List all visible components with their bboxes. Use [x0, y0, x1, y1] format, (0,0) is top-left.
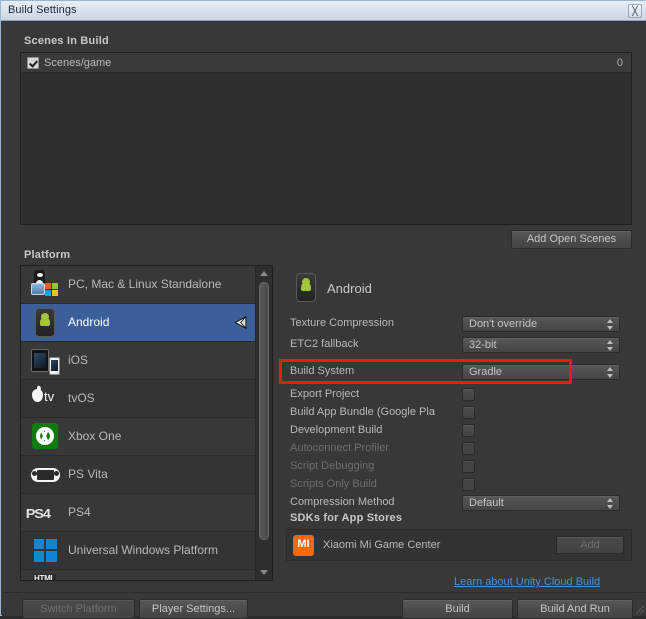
script-debugging-checkbox [462, 460, 475, 473]
sdk-list-item: Xiaomi Mi Game Center Add [286, 529, 632, 561]
sdk-name-label: Xiaomi Mi Game Center [323, 539, 441, 551]
platform-item-label: PC, Mac & Linux Standalone [68, 277, 222, 291]
ps4-icon: PS4 [25, 506, 51, 521]
scene-list-item[interactable]: Scenes/game 0 [21, 54, 631, 73]
platform-list: PC, Mac & Linux Standalone Android iOS t… [20, 265, 273, 581]
texture-compression-dropdown[interactable]: Don't override [462, 316, 620, 332]
platform-item-label: Universal Windows Platform [68, 543, 219, 557]
setting-row-scripts-only-build: Scripts Only Build [282, 477, 632, 494]
platform-item-tvos[interactable]: tv tvOS [21, 380, 257, 418]
setting-label: Script Debugging [290, 460, 375, 472]
close-icon[interactable]: ╳ [628, 4, 642, 18]
platform-item-xbox-one[interactable]: Xbox One [21, 418, 257, 456]
scenes-in-build-list[interactable]: Scenes/game 0 [20, 52, 632, 225]
development-build-checkbox[interactable] [462, 424, 475, 437]
unity-logo-icon [234, 315, 247, 330]
standalone-icon [31, 270, 60, 299]
android-icon [35, 308, 55, 337]
chevron-updown-icon [607, 367, 614, 378]
player-settings-button[interactable]: Player Settings... [139, 599, 248, 619]
setting-label: Texture Compression [290, 317, 394, 329]
platform-item-label: PS Vita [68, 467, 108, 481]
scripts-only-build-checkbox [462, 478, 475, 491]
export-project-checkbox[interactable] [462, 388, 475, 401]
add-open-scenes-button[interactable]: Add Open Scenes [511, 230, 632, 249]
compression-method-dropdown[interactable]: Default [462, 495, 620, 511]
window-title: Build Settings [8, 4, 77, 16]
setting-row-compression-method: Compression Method Default [282, 495, 632, 512]
setting-row-script-debugging: Script Debugging [282, 459, 632, 476]
dropdown-value: Don't override [469, 318, 538, 330]
webgl-icon: HTML [31, 574, 60, 580]
platform-item-label: Xbox One [68, 429, 122, 443]
setting-row-build-system: Build System Gradle [282, 364, 632, 381]
window-titlebar: Build Settings ╳ [1, 1, 646, 21]
build-system-dropdown[interactable]: Gradle [462, 364, 620, 380]
build-and-run-button[interactable]: Build And Run [517, 599, 633, 619]
setting-label: Build App Bundle (Google Pla [290, 406, 435, 418]
autoconnect-profiler-checkbox [462, 442, 475, 455]
setting-label: Compression Method [290, 496, 395, 508]
platform-item-uwp[interactable]: Universal Windows Platform [21, 532, 257, 570]
platform-item-ps-vita[interactable]: PS Vita [21, 456, 257, 494]
tvos-icon: tv [31, 384, 60, 413]
dropdown-value: Default [469, 497, 504, 509]
selected-platform-title: Android [327, 281, 372, 296]
platform-item-standalone[interactable]: PC, Mac & Linux Standalone [21, 266, 257, 304]
sdk-add-button[interactable]: Add [556, 536, 624, 554]
scrollbar-thumb[interactable] [259, 282, 269, 540]
chevron-updown-icon [607, 340, 614, 351]
scene-enabled-checkbox[interactable] [27, 57, 39, 69]
etc2-fallback-dropdown[interactable]: 32-bit [462, 337, 620, 353]
dropdown-value: 32-bit [469, 339, 497, 351]
setting-row-etc2-fallback: ETC2 fallback 32-bit [282, 337, 632, 354]
build-app-bundle-checkbox[interactable] [462, 406, 475, 419]
build-button[interactable]: Build [402, 599, 513, 619]
setting-label: Development Build [290, 424, 383, 436]
unity-cloud-build-link[interactable]: Learn about Unity Cloud Build [454, 576, 600, 588]
platform-item-ps4[interactable]: PS4 PS4 [21, 494, 257, 532]
window-content: Scenes In Build Scenes/game 0 Add Open S… [2, 21, 646, 619]
platform-item-label: Android [68, 315, 110, 329]
android-icon [296, 273, 316, 302]
platform-header: Platform [24, 249, 71, 261]
setting-row-export-project: Export Project [282, 387, 632, 404]
dropdown-value: Gradle [469, 366, 503, 378]
ios-icon [31, 346, 60, 375]
xiaomi-mi-icon [293, 535, 314, 556]
psvita-icon [31, 460, 60, 489]
setting-label: Build System [290, 365, 355, 377]
xbox-icon [32, 423, 58, 449]
platform-item-label: iOS [68, 353, 89, 367]
platform-list-items: PC, Mac & Linux Standalone Android iOS t… [21, 266, 257, 580]
scene-path-label: Scenes/game [44, 57, 112, 69]
platform-item-webgl[interactable]: HTML WebGL [21, 570, 257, 580]
build-settings-window: Build Settings ╳ Scenes In Build Scenes/… [0, 0, 646, 619]
setting-row-development-build: Development Build [282, 423, 632, 440]
setting-label: Autoconnect Profiler [290, 442, 390, 454]
uwp-icon [31, 536, 60, 565]
scroll-down-icon[interactable] [260, 570, 268, 575]
chevron-updown-icon [607, 319, 614, 330]
platform-item-android[interactable]: Android [21, 304, 257, 342]
platform-item-ios[interactable]: iOS [21, 342, 257, 380]
scene-index-label: 0 [616, 57, 623, 69]
platform-item-label: PS4 [68, 505, 91, 519]
platform-list-scrollbar[interactable] [255, 266, 272, 580]
chevron-updown-icon [607, 498, 614, 509]
scenes-in-build-header: Scenes In Build [24, 35, 109, 47]
resize-grip-icon[interactable] [633, 603, 645, 615]
setting-label: Export Project [290, 388, 360, 400]
setting-row-build-app-bundle: Build App Bundle (Google Pla [282, 405, 632, 422]
sdks-for-app-stores-header: SDKs for App Stores [290, 512, 403, 524]
setting-row-texture-compression: Texture Compression Don't override [282, 316, 632, 333]
setting-row-autoconnect-profiler: Autoconnect Profiler [282, 441, 632, 458]
footer-divider [3, 592, 646, 593]
setting-label: ETC2 fallback [290, 338, 359, 350]
switch-platform-button[interactable]: Switch Platform [22, 599, 135, 619]
setting-label: Scripts Only Build [290, 478, 377, 490]
scroll-up-icon[interactable] [260, 271, 268, 276]
platform-item-label: tvOS [68, 391, 95, 405]
